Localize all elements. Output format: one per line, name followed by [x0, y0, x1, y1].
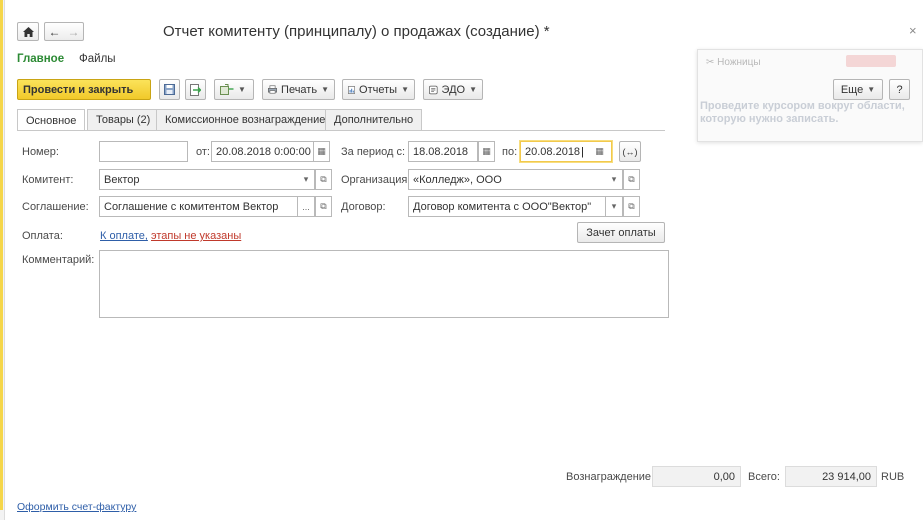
history-nav: ← →	[44, 22, 84, 41]
tab-goods[interactable]: Товары (2)	[87, 109, 160, 130]
left-accent-stripe	[0, 0, 3, 510]
tab-main[interactable]: Основное	[17, 109, 86, 131]
payment-link-group: К оплате, этапы не указаны	[100, 230, 241, 242]
post-button[interactable]	[185, 79, 206, 100]
help-icon: ?	[896, 83, 903, 96]
snipping-tool-hint: Проведите курсором вокруг области, котор…	[700, 100, 905, 125]
contract-field[interactable]: Договор комитента с ООО"Вектор"	[408, 196, 606, 217]
comment-label: Комментарий:	[22, 254, 95, 266]
snipping-tool-title-text: Ножницы	[717, 57, 761, 68]
comment-field[interactable]	[99, 250, 669, 318]
help-button[interactable]: ?	[889, 79, 910, 100]
tab-divider	[17, 130, 665, 131]
number-field[interactable]	[99, 141, 188, 162]
create-based-button[interactable]: ▼	[214, 79, 254, 100]
save-button[interactable]	[159, 79, 180, 100]
more-label: Еще	[840, 83, 864, 96]
chevron-down-icon[interactable]: ▾	[606, 169, 623, 190]
currency-label: RUB	[881, 471, 905, 483]
agreement-label: Соглашение:	[22, 201, 89, 213]
edo-button[interactable]: ЭДО ▼	[423, 79, 483, 100]
printer-icon	[268, 85, 278, 94]
chevron-down-icon: ▼	[469, 85, 477, 94]
organization-field[interactable]: «Колледж», ООО	[408, 169, 623, 190]
chevron-down-icon: ▼	[238, 85, 246, 94]
calendar-icon[interactable]: ▦	[478, 141, 495, 162]
invoice-link-wrap: Оформить счет-фактуру	[17, 501, 136, 513]
print-label: Печать	[281, 83, 318, 96]
number-label: Номер:	[22, 146, 59, 158]
date-label: от:	[196, 146, 210, 158]
committent-label: Комитент:	[22, 174, 74, 186]
payment-link[interactable]: К оплате,	[100, 230, 148, 242]
edo-label: ЭДО	[441, 83, 466, 96]
snipping-tool-titlebar-buttons	[846, 55, 896, 67]
floppy-icon	[164, 84, 175, 95]
post-document-icon	[190, 83, 201, 96]
more-button[interactable]: Еще ▼	[833, 79, 883, 100]
calendar-icon[interactable]: ▦	[591, 142, 608, 161]
reports-label: Отчеты	[359, 83, 398, 96]
tab-commission[interactable]: Комиссионное вознаграждение	[156, 109, 335, 130]
period-from-field[interactable]: 18.08.2018	[408, 141, 478, 162]
open-icon[interactable]: ⧉	[623, 196, 640, 217]
text-cursor: |	[581, 145, 584, 158]
create-based-icon	[220, 84, 234, 95]
open-icon[interactable]: ⧉	[315, 196, 332, 217]
page-title: Отчет комитенту (принципалу) о продажах …	[163, 23, 550, 40]
chevron-down-icon: ▼	[867, 85, 876, 94]
chevron-down-icon[interactable]: ▾	[298, 169, 315, 190]
payment-stages-link[interactable]: этапы не указаны	[151, 230, 241, 242]
section-files[interactable]: Файлы	[79, 53, 116, 65]
reward-value: 0,00	[652, 466, 741, 487]
home-button[interactable]	[17, 22, 39, 41]
agreement-field[interactable]: Соглашение с комитентом Вектор	[99, 196, 298, 217]
organization-label: Организация:	[341, 174, 411, 186]
tab-additional[interactable]: Дополнительно	[325, 109, 423, 130]
arrow-left-icon[interactable]: ←	[49, 25, 61, 39]
section-main[interactable]: Главное	[17, 53, 64, 65]
post-and-close-label: Провести и закрыть	[23, 83, 134, 96]
snipping-tool-title: ✂ Ножницы	[706, 57, 761, 68]
close-icon[interactable]: ×	[909, 23, 917, 38]
report-icon	[348, 85, 356, 94]
total-value: 23 914,00	[785, 466, 877, 487]
committent-field[interactable]: Вектор	[99, 169, 315, 190]
total-label: Всего:	[748, 471, 780, 483]
open-icon[interactable]: ⧉	[623, 169, 640, 190]
date-field[interactable]: 20.08.2018 0:00:00	[211, 141, 314, 162]
payment-label: Оплата:	[22, 230, 63, 242]
arrow-right-icon[interactable]: →	[68, 25, 80, 39]
create-invoice-link[interactable]: Оформить счет-фактуру	[17, 501, 136, 513]
home-icon	[22, 26, 34, 37]
edo-icon	[429, 85, 438, 94]
period-to-label: по:	[502, 146, 518, 158]
contract-label: Договор:	[341, 201, 386, 213]
chevron-down-icon[interactable]: ▾	[606, 196, 623, 217]
post-and-close-button[interactable]: Провести и закрыть	[17, 79, 151, 100]
print-button[interactable]: Печать ▼	[262, 79, 335, 100]
more-icon[interactable]: ...	[298, 196, 315, 217]
chevron-down-icon: ▼	[401, 85, 409, 94]
period-to-value: 20.08.2018	[525, 145, 581, 158]
chevron-down-icon: ▼	[321, 85, 329, 94]
select-period-button[interactable]: (↔)	[619, 141, 641, 162]
scissors-icon: ✂	[706, 57, 715, 68]
reward-label: Вознаграждение:	[566, 471, 655, 483]
open-icon[interactable]: ⧉	[315, 169, 332, 190]
payment-offset-button[interactable]: Зачет оплаты	[577, 222, 665, 243]
period-label: За период с:	[341, 146, 406, 158]
calendar-icon[interactable]: ▦	[313, 141, 330, 162]
reports-button[interactable]: Отчеты ▼	[342, 79, 415, 100]
